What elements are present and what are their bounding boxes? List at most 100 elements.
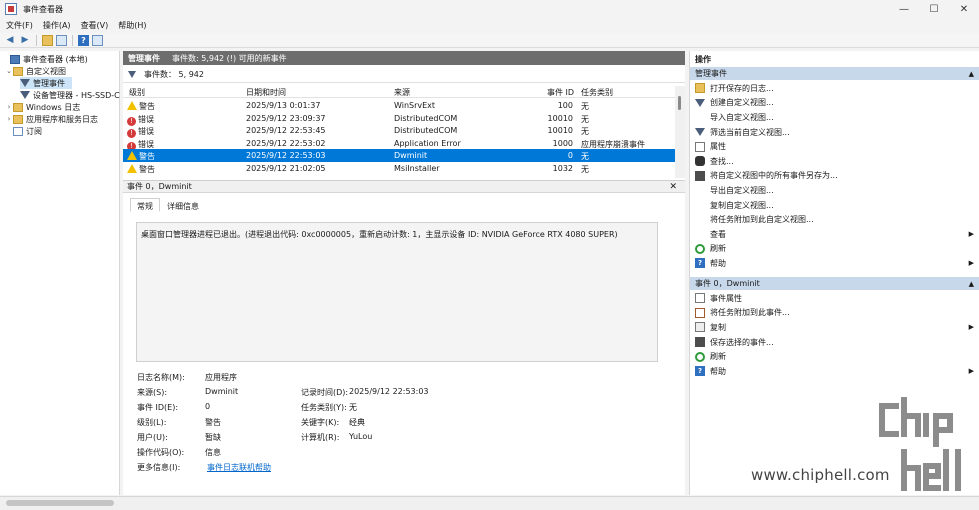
row-event-id: 1032 — [552, 164, 573, 173]
event-count-info: 事件数: 5,942 (!) 可用的新事件 — [172, 53, 287, 63]
column-header-level[interactable]: 级别 — [129, 87, 145, 98]
table-row[interactable]: 警告 2025/9/12 21:02:05 MsiInstaller 1032 … — [123, 162, 675, 175]
action-item-label: 刷新 — [710, 352, 726, 362]
table-row[interactable]: ! 错误 2025/9/12 23:09:37 DistributedCOM 10… — [123, 112, 675, 126]
prop-task-category-label: 任务类别(Y): — [301, 403, 347, 412]
action-item[interactable]: 将任务附加到此事件... — [690, 306, 979, 321]
refresh-icon — [695, 243, 705, 254]
row-event-id: 100 — [557, 101, 573, 110]
prop-logged-label: 记录时间(D): — [301, 388, 349, 397]
event-grid-scrollbar[interactable] — [675, 86, 685, 178]
tree-item-subscriptions[interactable]: 订阅 — [5, 125, 118, 137]
tree-item-app-service-logs[interactable]: › 应用程序和服务日志 — [5, 113, 118, 125]
action-item-label: 将任务附加到此事件... — [710, 308, 790, 318]
menu-file[interactable]: 文件(F) — [6, 20, 33, 31]
column-header-datetime[interactable]: 日期和时间 — [246, 87, 286, 98]
close-button[interactable]: ✕ — [949, 0, 979, 18]
action-item[interactable]: 导入自定义视图... — [690, 110, 979, 125]
tree-item-label: 自定义视图 — [26, 66, 66, 76]
table-row[interactable]: ! 错误 2025/9/12 22:53:02 Application Error… — [123, 137, 675, 151]
row-event-id: 10010 — [547, 113, 573, 123]
title-bar: 事件查看器 — ☐ ✕ — [0, 0, 979, 18]
window-controls: — ☐ ✕ — [889, 0, 979, 18]
action-item-label: 查找... — [710, 156, 734, 166]
actions-section-admin-events[interactable]: 管理事件 ▲ — [690, 67, 979, 80]
chevron-up-icon[interactable]: ▲ — [969, 70, 974, 78]
scrollbar-thumb[interactable] — [678, 96, 681, 110]
action-item[interactable]: 复制 ▶ — [690, 320, 979, 335]
action-item[interactable]: 刷新 — [690, 349, 979, 364]
tree-item-windows-logs[interactable]: › Windows 日志 — [5, 101, 118, 113]
prop-user-label: 用户(U): — [137, 433, 168, 442]
action-item[interactable]: ? 帮助 ▶ — [690, 364, 979, 379]
action-item[interactable]: 查看 ▶ — [690, 227, 979, 242]
menu-view[interactable]: 查看(V) — [81, 20, 109, 31]
action-item[interactable]: 属性 — [690, 139, 979, 154]
action-item[interactable]: ? 帮助 ▶ — [690, 256, 979, 271]
prop-log-name-value: 应用程序 — [205, 373, 237, 382]
action-item[interactable]: 复制自定义视图... — [690, 198, 979, 213]
table-row[interactable]: ! 错误 2025/9/12 22:53:45 DistributedCOM 10… — [123, 124, 675, 139]
action-item-label: 导出自定义视图... — [710, 185, 774, 195]
close-icon[interactable]: ✕ — [669, 182, 677, 192]
warning-icon — [127, 164, 137, 173]
folder-up-icon[interactable] — [42, 34, 53, 46]
prop-level-label: 级别(L): — [137, 418, 167, 427]
chevron-right-icon: ▶ — [968, 367, 974, 376]
action-item[interactable]: 保存选择的事件... — [690, 335, 979, 350]
action-item[interactable]: 打开保存的日志... — [690, 81, 979, 96]
table-row-selected[interactable]: 警告 2025/9/12 22:53:03 Dwminit 0 无 — [123, 149, 675, 162]
chevron-right-icon[interactable]: › — [5, 103, 13, 111]
event-grid: 警告 2025/9/13 0:01:37 WinSrvExt 100 无 ! 错误… — [123, 99, 675, 176]
action-item[interactable]: 创建自定义视图... — [690, 96, 979, 111]
minimize-button[interactable]: — — [889, 0, 919, 18]
section-label: 管理事件 — [695, 69, 727, 78]
column-header-task-category[interactable]: 任务类别 — [581, 87, 613, 98]
chevron-up-icon[interactable]: ▲ — [969, 280, 974, 288]
tab-general[interactable]: 常规 — [130, 198, 160, 212]
row-source: DistributedCOM — [394, 126, 458, 136]
tree-item-custom-views[interactable]: ⌄ 自定义视图 — [5, 65, 118, 77]
action-item-label: 事件属性 — [710, 293, 742, 303]
action-item[interactable]: 查找... — [690, 154, 979, 169]
menu-help[interactable]: 帮助(H) — [118, 20, 146, 31]
tree-item-administrative-events[interactable]: 管理事件 — [20, 77, 72, 89]
action-item-label: 保存选择的事件... — [710, 337, 774, 347]
event-description: 桌面窗口管理器进程已退出。(进程退出代码: 0xc0000005，重新启动计数:… — [136, 222, 658, 362]
row-datetime: 2025/9/12 22:53:02 — [246, 138, 326, 148]
action-item[interactable]: 筛选当前自定义视图... — [690, 125, 979, 140]
back-arrow-icon[interactable]: ◀ — [4, 34, 16, 46]
row-event-id: 0 — [567, 151, 573, 161]
action-item[interactable]: 导出自定义视图... — [690, 183, 979, 198]
row-level: 错误 — [138, 139, 154, 149]
chevron-down-icon[interactable]: ⌄ — [5, 67, 13, 75]
action-item[interactable]: 将任务附加到此自定义视图... — [690, 212, 979, 227]
column-header-source[interactable]: 来源 — [394, 87, 410, 98]
event-log-online-help-link[interactable]: 事件日志联机帮助 — [207, 462, 271, 473]
help-icon[interactable]: ? — [78, 34, 89, 46]
chevron-right-icon[interactable]: › — [5, 115, 13, 123]
actions-section-event[interactable]: 事件 0，Dwminit ▲ — [690, 277, 979, 290]
menu-action[interactable]: 操作(A) — [43, 20, 71, 31]
prop-event-id-value: 0 — [205, 402, 211, 411]
tree-item-label: 设备管理器 - HS-SSD-C — [33, 90, 120, 100]
prop-computer-label: 计算机(R): — [301, 433, 340, 442]
action-item[interactable]: 事件属性 — [690, 291, 979, 306]
center-pane: 管理事件 事件数: 5,942 (!) 可用的新事件 事件数： 5, 942 级… — [123, 51, 685, 495]
prop-opcode-value: 信息 — [205, 448, 221, 457]
tree-item-event-viewer-local[interactable]: 事件查看器 (本地) — [2, 53, 118, 65]
action-item-label: 将自定义视图中的所有事件另存为... — [710, 171, 838, 181]
action-item-label: 帮助 — [710, 258, 726, 268]
forward-arrow-icon[interactable]: ▶ — [19, 34, 31, 46]
show-hide-tree-icon[interactable] — [56, 34, 67, 46]
show-hide-action-pane-icon[interactable] — [92, 34, 103, 46]
table-row[interactable]: 警告 2025/9/13 0:01:37 WinSrvExt 100 无 — [123, 99, 675, 112]
maximize-button[interactable]: ☐ — [919, 0, 949, 18]
tree-item-device-manager[interactable]: 设备管理器 - HS-SSD-C — [20, 89, 120, 101]
column-header-event-id[interactable]: 事件 ID — [547, 87, 574, 98]
horizontal-scrollbar-thumb[interactable] — [6, 500, 114, 506]
action-item[interactable]: 刷新 — [690, 242, 979, 257]
action-item[interactable]: 将自定义视图中的所有事件另存为... — [690, 169, 979, 184]
row-source: Dwminit — [394, 151, 428, 161]
tab-details[interactable]: 详细信息 — [160, 198, 206, 212]
